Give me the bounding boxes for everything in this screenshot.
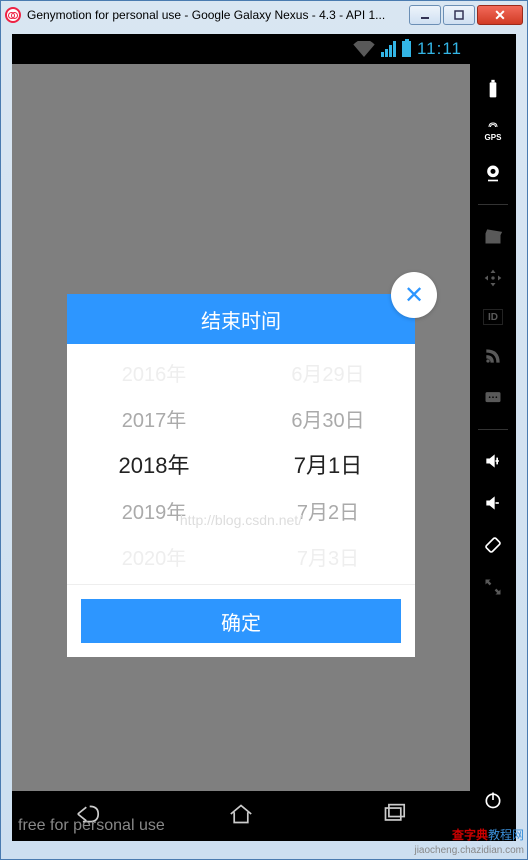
year-option[interactable]: 2020年 [122, 533, 187, 579]
md-option[interactable]: 7月2日 [297, 487, 359, 533]
close-window-button[interactable]: ✕ [477, 5, 523, 25]
wifi-icon [353, 41, 375, 57]
genymotion-icon [5, 7, 21, 23]
home-button[interactable] [224, 800, 258, 833]
recent-button[interactable] [377, 800, 411, 833]
sms-icon[interactable] [482, 387, 504, 409]
dialog-close-button[interactable]: ✕ [391, 272, 437, 318]
date-picker-dialog: ✕ 结束时间 2016年 2017年 2018年 2019年 2020年 6月2… [67, 294, 415, 657]
dpad-icon[interactable] [482, 267, 504, 289]
status-clock: 11:11 [417, 39, 462, 59]
id-icon[interactable]: ID [483, 309, 503, 325]
emulator-sidebar: GPS ID [470, 34, 516, 841]
device-frame: 11:11 ✕ 结束时间 2016年 2017年 2018年 2019年 202… [12, 34, 516, 841]
android-statusbar: 11:11 [12, 34, 470, 64]
year-option[interactable]: 2017年 [122, 395, 187, 441]
volume-up-icon[interactable] [482, 450, 504, 472]
signal-icon [381, 41, 396, 57]
webcam-icon[interactable] [482, 162, 504, 184]
volume-down-icon[interactable] [482, 492, 504, 514]
maximize-button[interactable] [443, 5, 475, 25]
separator [478, 204, 508, 205]
rss-icon[interactable] [482, 345, 504, 367]
md-option[interactable]: 7月3日 [297, 533, 359, 579]
md-option[interactable]: 6月29日 [291, 349, 364, 395]
gps-icon[interactable]: GPS [482, 120, 504, 142]
free-label: free for personal use [18, 817, 165, 835]
year-option-selected[interactable]: 2018年 [119, 441, 190, 487]
year-picker[interactable]: 2016年 2017年 2018年 2019年 2020年 [67, 344, 241, 584]
rotate-icon[interactable] [482, 534, 504, 556]
monthday-picker[interactable]: 6月29日 6月30日 7月1日 7月2日 7月3日 [241, 344, 415, 584]
minimize-button[interactable] [409, 5, 441, 25]
picker-area: 2016年 2017年 2018年 2019年 2020年 6月29日 6月30… [67, 344, 415, 584]
power-icon[interactable] [482, 789, 504, 811]
year-option[interactable]: 2019年 [122, 487, 187, 533]
separator [478, 429, 508, 430]
confirm-button[interactable]: 确定 [81, 599, 401, 643]
md-option-selected[interactable]: 7月1日 [294, 441, 362, 487]
battery-icon [402, 41, 411, 57]
app-screen: ✕ 结束时间 2016年 2017年 2018年 2019年 2020年 6月2… [12, 64, 470, 791]
window-title: Genymotion for personal use - Google Gal… [27, 8, 409, 22]
year-option[interactable]: 2016年 [122, 349, 187, 395]
titlebar[interactable]: Genymotion for personal use - Google Gal… [1, 1, 527, 29]
fullscreen-icon[interactable] [482, 576, 504, 598]
clapper-icon[interactable] [482, 225, 504, 247]
dialog-title: 结束时间 [67, 294, 415, 344]
md-option[interactable]: 6月30日 [291, 395, 364, 441]
battery-icon[interactable] [482, 78, 504, 100]
site-watermark: 查字典教程网 jiaocheng.chazidian.com [414, 828, 524, 858]
window-frame: Genymotion for personal use - Google Gal… [0, 0, 528, 860]
